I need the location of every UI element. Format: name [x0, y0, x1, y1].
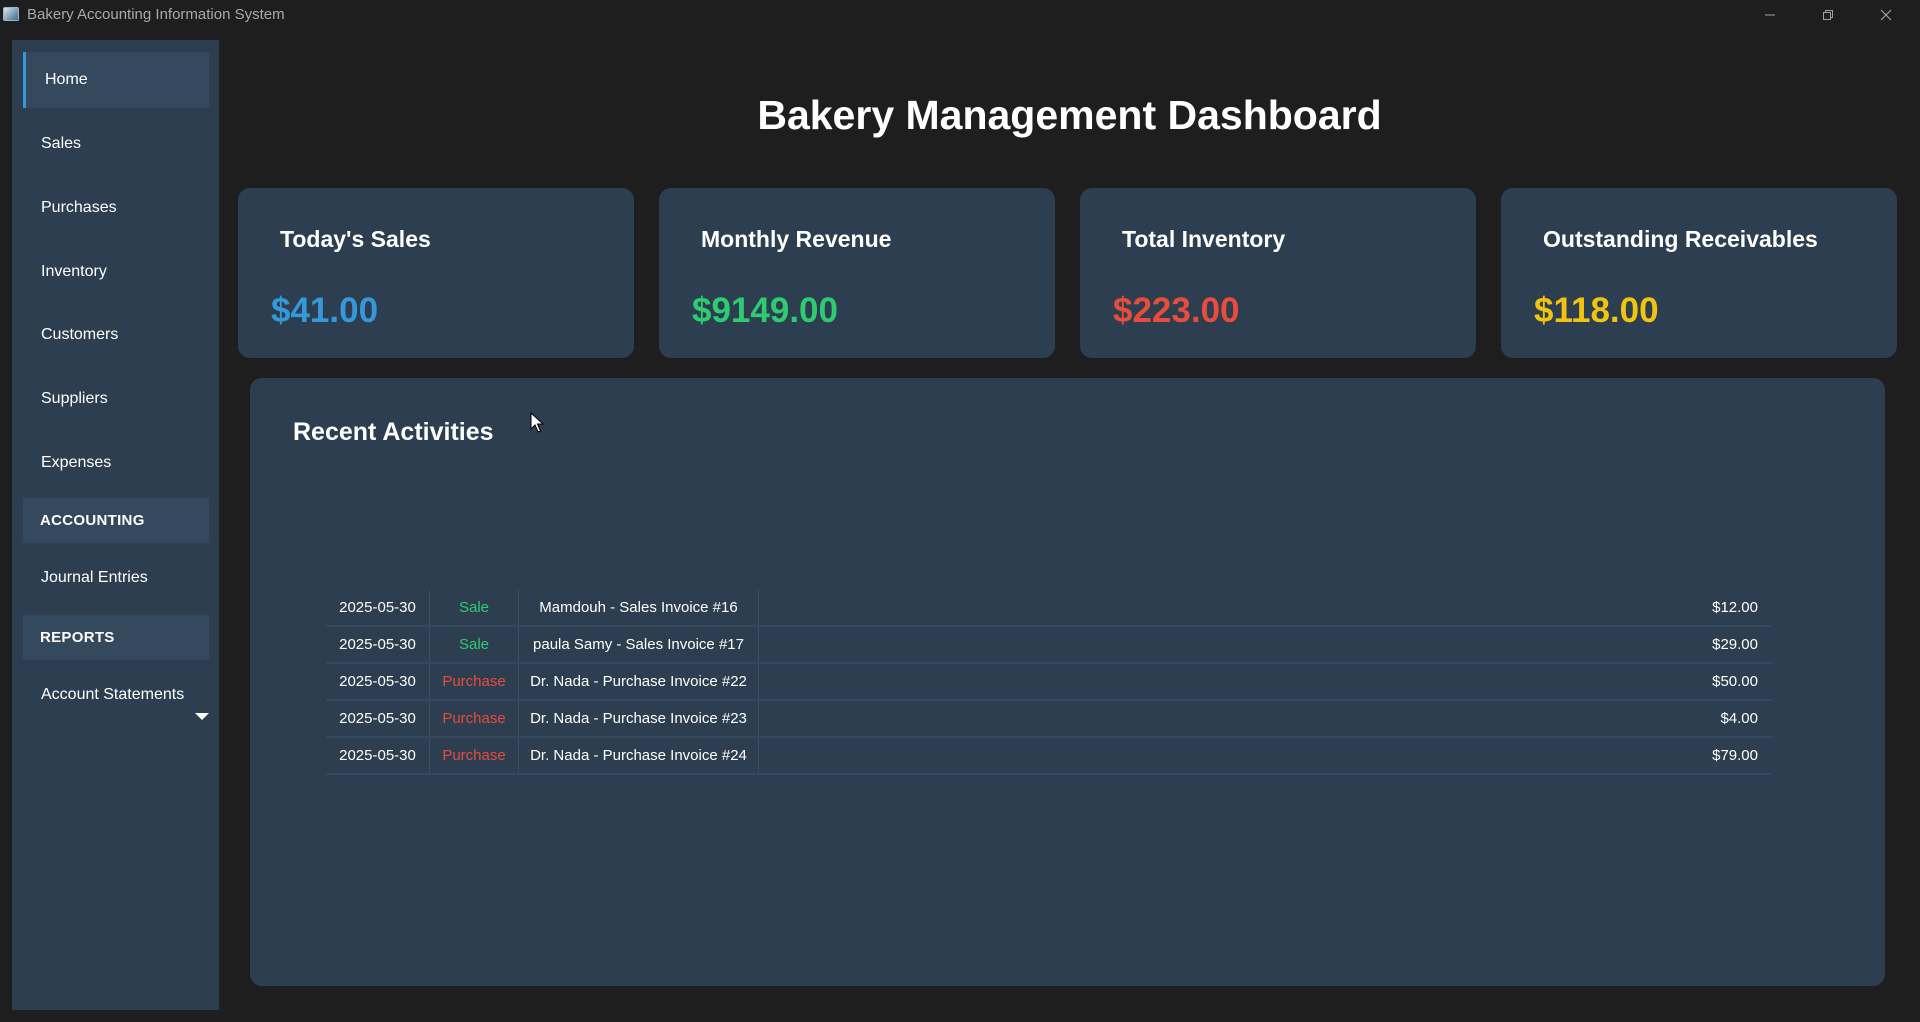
activity-amount: $29.00 — [1712, 636, 1758, 653]
activities-table: 2025-05-30 Sale Mamdouh - Sales Invoice … — [326, 590, 1773, 775]
card-value: $223.00 — [1113, 291, 1240, 330]
window-title: Bakery Accounting Information System — [27, 6, 285, 23]
card-value: $41.00 — [271, 291, 379, 330]
card-todays-sales: Today's Sales $41.00 — [238, 188, 634, 358]
sidebar-item-label: Inventory — [41, 263, 107, 280]
card-label: Outstanding Receivables — [1543, 226, 1818, 252]
app-icon — [3, 7, 19, 21]
activity-description: Mamdouh - Sales Invoice #16 — [519, 590, 759, 625]
activity-type: Sale — [430, 590, 519, 625]
card-label: Total Inventory — [1122, 226, 1286, 252]
activity-date: 2025-05-30 — [326, 627, 430, 662]
minimize-icon[interactable] — [1741, 0, 1799, 30]
sidebar-item-journal-entries[interactable]: Journal Entries — [23, 550, 209, 606]
sidebar-item-suppliers[interactable]: Suppliers — [23, 371, 209, 427]
table-row[interactable]: 2025-05-30 Purchase Dr. Nada - Purchase … — [326, 664, 1773, 701]
card-monthly-revenue: Monthly Revenue $9149.00 — [659, 188, 1055, 358]
activity-type: Purchase — [430, 738, 519, 773]
sidebar-item-label: Purchases — [41, 199, 117, 216]
table-row[interactable]: 2025-05-30 Sale paula Samy - Sales Invoi… — [326, 627, 1773, 664]
sidebar-item-inventory[interactable]: Inventory — [23, 244, 209, 300]
card-outstanding-receivables: Outstanding Receivables $118.00 — [1501, 188, 1897, 358]
activity-date: 2025-05-30 — [326, 664, 430, 699]
sidebar-section-accounting: ACCOUNTING — [23, 498, 209, 543]
activity-amount: $12.00 — [1712, 599, 1758, 616]
recent-activities-title: Recent Activities — [293, 418, 494, 446]
sidebar-item-label: Expenses — [41, 454, 112, 471]
activity-amount: $4.00 — [1720, 710, 1758, 727]
sidebar-item-customers[interactable]: Customers — [23, 307, 209, 363]
sidebar-item-account-statements[interactable]: Account Statements — [23, 667, 209, 723]
page-title: Bakery Management Dashboard — [757, 92, 1382, 138]
close-icon[interactable] — [1857, 0, 1915, 30]
sidebar-item-home[interactable]: Home — [23, 52, 209, 108]
activity-amount: $79.00 — [1712, 747, 1758, 764]
activity-type: Sale — [430, 627, 519, 662]
maximize-icon[interactable] — [1799, 0, 1857, 30]
activity-date: 2025-05-30 — [326, 701, 430, 736]
table-row[interactable]: 2025-05-30 Sale Mamdouh - Sales Invoice … — [326, 590, 1773, 627]
activity-type: Purchase — [430, 701, 519, 736]
card-total-inventory: Total Inventory $223.00 — [1080, 188, 1476, 358]
title-bar: Bakery Accounting Information System — [0, 0, 1920, 30]
chevron-down-icon[interactable] — [195, 713, 209, 720]
sidebar-item-label: Customers — [41, 326, 119, 343]
activity-type: Purchase — [430, 664, 519, 699]
card-value: $9149.00 — [692, 291, 838, 330]
card-label: Today's Sales — [280, 226, 431, 252]
sidebar-section-reports: REPORTS — [23, 615, 209, 660]
sidebar-item-label: Home — [45, 71, 88, 88]
recent-activities-panel: Recent Activities 2025-05-30 Sale Mamdou… — [250, 378, 1885, 986]
activity-description: Dr. Nada - Purchase Invoice #22 — [519, 664, 759, 699]
sidebar-item-label: Suppliers — [41, 390, 108, 407]
sidebar-item-label: Account Statements — [41, 686, 185, 703]
activity-amount: $50.00 — [1712, 673, 1758, 690]
sidebar-item-sales[interactable]: Sales — [23, 116, 209, 172]
table-row[interactable]: 2025-05-30 Purchase Dr. Nada - Purchase … — [326, 738, 1773, 775]
activity-description: Dr. Nada - Purchase Invoice #24 — [519, 738, 759, 773]
activity-description: Dr. Nada - Purchase Invoice #23 — [519, 701, 759, 736]
card-value: $118.00 — [1534, 291, 1659, 330]
sidebar-item-label: Journal Entries — [41, 569, 148, 586]
sidebar: Home Sales Purchases Inventory Customers… — [12, 40, 219, 1010]
activity-date: 2025-05-30 — [326, 738, 430, 773]
sidebar-item-label: Sales — [41, 135, 82, 152]
activity-description: paula Samy - Sales Invoice #17 — [519, 627, 759, 662]
sidebar-item-expenses[interactable]: Expenses — [23, 435, 209, 491]
activity-date: 2025-05-30 — [326, 590, 430, 625]
table-row[interactable]: 2025-05-30 Purchase Dr. Nada - Purchase … — [326, 701, 1773, 738]
sidebar-item-purchases[interactable]: Purchases — [23, 180, 209, 236]
card-label: Monthly Revenue — [701, 226, 892, 252]
